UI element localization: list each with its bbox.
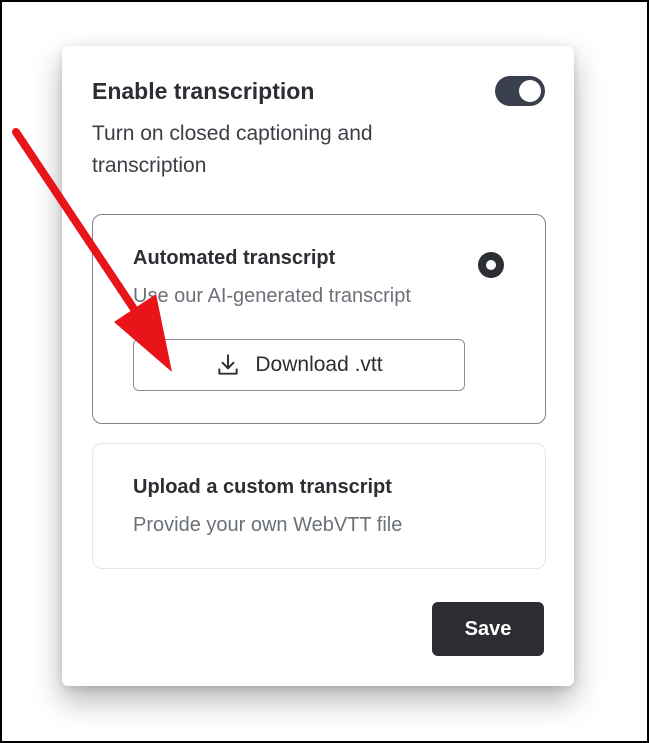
enable-transcription-description: Turn on closed captioning and transcript… [92,122,373,177]
automated-transcript-description: Use our AI-generated transcript [133,285,411,307]
download-icon [218,354,239,375]
radio-selected-dot [486,260,496,270]
transcription-settings-panel: Enable transcription Turn on closed capt… [62,46,574,686]
custom-transcript-title: Upload a custom transcript [133,476,392,498]
enable-transcription-title: Enable transcription [92,78,315,104]
download-vtt-label: Download .vtt [255,353,383,376]
enable-transcription-toggle[interactable] [495,76,545,106]
custom-transcript-option[interactable]: Upload a custom transcript Provide your … [92,443,546,569]
automated-transcript-option[interactable]: Automated transcript Use our AI-generate… [92,214,546,424]
download-vtt-button[interactable]: Download .vtt [133,339,465,391]
automated-transcript-title: Automated transcript [133,247,336,269]
automated-transcript-radio[interactable] [478,252,504,278]
save-button[interactable]: Save [432,602,544,656]
toggle-knob [519,80,541,102]
custom-transcript-description: Provide your own WebVTT file [133,514,403,536]
